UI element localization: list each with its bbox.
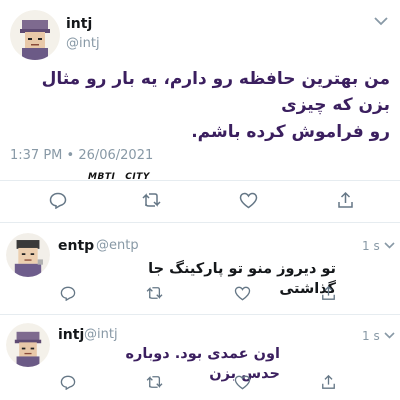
main-tweet-handle[interactable]: @intj [66, 36, 100, 51]
avatar-intj-main[interactable] [10, 10, 60, 60]
reply-2-name[interactable]: intj [58, 327, 84, 343]
main-tweet-text: من بهترین حافظه رو دارم، یه بار رو مثال … [12, 66, 390, 145]
main-tweet-text-line2: رو فراموش کرده باشم. [191, 121, 390, 142]
section-divider-1 [0, 222, 400, 223]
reply-1-name[interactable]: entp [58, 238, 94, 254]
reply-2-retweet-icon[interactable] [144, 373, 166, 391]
like-icon[interactable] [237, 190, 259, 210]
reply-1-retweet-icon[interactable] [144, 284, 166, 302]
retweet-icon[interactable] [140, 190, 164, 210]
main-tweet-timestamp[interactable]: 1:37 PM • 26/06/2021 [10, 148, 153, 163]
main-tweet-name[interactable]: intj [66, 16, 92, 32]
avatar-entp[interactable] [6, 233, 50, 277]
reply-1-share-icon[interactable] [318, 284, 338, 302]
reply-1-chevron-down-icon[interactable] [382, 239, 396, 251]
reply-1-like-icon[interactable] [232, 284, 252, 302]
avatar-intj-reply[interactable] [6, 323, 50, 367]
reply-2-handle[interactable]: @intj [84, 327, 118, 342]
share-icon[interactable] [334, 190, 356, 210]
reply-2-reply-icon[interactable] [58, 373, 78, 391]
timestamp-divider [0, 180, 400, 181]
reply-1-reply-icon[interactable] [58, 284, 78, 302]
reply-2-chevron-down-icon[interactable] [382, 329, 396, 341]
reply-1-handle[interactable]: @entp [96, 238, 139, 253]
chevron-down-icon[interactable] [372, 14, 390, 28]
reply-2-time[interactable]: 1 s [362, 329, 380, 343]
reply-2-like-icon[interactable] [232, 373, 252, 391]
reply-1-time[interactable]: 1 s [362, 239, 380, 253]
section-divider-2 [0, 314, 400, 315]
reply-icon[interactable] [47, 190, 69, 210]
reply-2-text: اون عمدی بود. دوباره حدس بزن [125, 346, 280, 382]
reply-2-share-icon[interactable] [318, 373, 338, 391]
main-tweet-text-line1: من بهترین حافظه رو دارم، یه بار رو مثال … [41, 69, 390, 116]
